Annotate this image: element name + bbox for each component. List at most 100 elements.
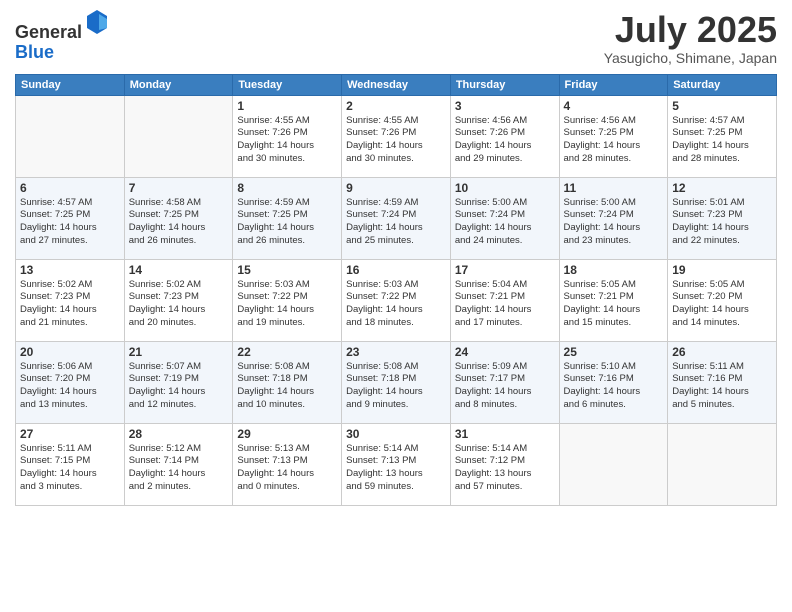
day-cell <box>559 423 668 505</box>
day-info: Sunrise: 5:14 AMSunset: 7:13 PMDaylight:… <box>346 443 446 494</box>
day-info: Sunrise: 4:55 AMSunset: 7:26 PMDaylight:… <box>346 115 446 166</box>
day-cell: 6 Sunrise: 4:57 AMSunset: 7:25 PMDaylight… <box>16 177 125 259</box>
header: General Blue July 2025 Yasugicho, Shiman… <box>15 10 777 66</box>
title-block: July 2025 Yasugicho, Shimane, Japan <box>604 10 777 66</box>
day-number: 3 <box>455 99 555 113</box>
day-cell: 14Sunrise: 5:02 AMSunset: 7:23 PMDayligh… <box>124 259 233 341</box>
day-cell: 5 Sunrise: 4:57 AMSunset: 7:25 PMDaylight… <box>668 95 777 177</box>
logo-blue-text: Blue <box>15 43 109 63</box>
day-number: 31 <box>455 427 555 441</box>
day-cell <box>668 423 777 505</box>
day-number: 24 <box>455 345 555 359</box>
month-title: July 2025 <box>604 10 777 50</box>
day-number: 26 <box>672 345 772 359</box>
day-number: 17 <box>455 263 555 277</box>
day-cell: 18 Sunrise: 5:05 AMSunset: 7:21 PMDayligh… <box>559 259 668 341</box>
day-info: Sunrise: 5:00 AMSunset: 7:24 PMDaylight:… <box>564 197 664 248</box>
day-info: Sunrise: 5:10 AMSunset: 7:16 PMDaylight:… <box>564 361 664 412</box>
logo: General Blue <box>15 10 109 63</box>
day-number: 5 <box>672 99 772 113</box>
day-cell: 17 Sunrise: 5:04 AMSunset: 7:21 PMDayligh… <box>450 259 559 341</box>
day-number: 23 <box>346 345 446 359</box>
day-number: 11 <box>564 181 664 195</box>
day-cell: 13Sunrise: 5:02 AMSunset: 7:23 PMDayligh… <box>16 259 125 341</box>
week-row-3: 13 Sunrise: 5:02 AMSunset: 7:23 PMDayligh… <box>16 259 777 341</box>
day-cell: 25 Sunrise: 5:10 AMSunset: 7:16 PMDayligh… <box>559 341 668 423</box>
day-cell: 22Sunrise: 5:08 AMSunset: 7:18 PMDayligh… <box>233 341 342 423</box>
day-cell <box>124 95 233 177</box>
weekday-header-wednesday: Wednesday <box>342 74 451 95</box>
day-cell: 10Sunrise: 5:00 AMSunset: 7:24 PMDayligh… <box>450 177 559 259</box>
day-number: 12 <box>672 181 772 195</box>
week-row-5: 27Sunrise: 5:11 AMSunset: 7:15 PMDayligh… <box>16 423 777 505</box>
day-cell: 24 Sunrise: 5:09 AMSunset: 7:17 PMDayligh… <box>450 341 559 423</box>
weekday-header-tuesday: Tuesday <box>233 74 342 95</box>
weekday-header-saturday: Saturday <box>668 74 777 95</box>
page: General Blue July 2025 Yasugicho, Shiman… <box>0 0 792 612</box>
day-cell: 9 Sunrise: 4:59 AMSunset: 7:24 PMDaylight… <box>342 177 451 259</box>
day-info: Sunrise: 5:04 AMSunset: 7:21 PMDaylight:… <box>455 279 555 330</box>
day-number: 13 <box>20 263 120 277</box>
day-number: 16 <box>346 263 446 277</box>
day-cell: 31Sunrise: 5:14 AMSunset: 7:12 PMDayligh… <box>450 423 559 505</box>
day-cell: 12Sunrise: 5:01 AMSunset: 7:23 PMDayligh… <box>668 177 777 259</box>
week-row-2: 6 Sunrise: 4:57 AMSunset: 7:25 PMDaylight… <box>16 177 777 259</box>
day-number: 1 <box>237 99 337 113</box>
day-info: Sunrise: 5:02 AMSunset: 7:23 PMDaylight:… <box>129 279 229 330</box>
day-cell <box>16 95 125 177</box>
day-info: Sunrise: 4:55 AMSunset: 7:26 PMDaylight:… <box>237 115 337 166</box>
day-info: Sunrise: 5:12 AMSunset: 7:14 PMDaylight:… <box>129 443 229 494</box>
day-cell: 1 Sunrise: 4:55 AMSunset: 7:26 PMDaylight… <box>233 95 342 177</box>
day-cell: 11 Sunrise: 5:00 AMSunset: 7:24 PMDayligh… <box>559 177 668 259</box>
day-number: 22 <box>237 345 337 359</box>
day-cell: 15Sunrise: 5:03 AMSunset: 7:22 PMDayligh… <box>233 259 342 341</box>
day-number: 4 <box>564 99 664 113</box>
day-info: Sunrise: 5:05 AMSunset: 7:21 PMDaylight:… <box>564 279 664 330</box>
day-cell: 19 Sunrise: 5:05 AMSunset: 7:20 PMDayligh… <box>668 259 777 341</box>
day-info: Sunrise: 4:59 AMSunset: 7:25 PMDaylight:… <box>237 197 337 248</box>
weekday-header-sunday: Sunday <box>16 74 125 95</box>
day-cell: 2Sunrise: 4:55 AMSunset: 7:26 PMDaylight… <box>342 95 451 177</box>
day-cell: 16 Sunrise: 5:03 AMSunset: 7:22 PMDayligh… <box>342 259 451 341</box>
logo-text: General <box>15 10 109 43</box>
day-info: Sunrise: 5:08 AMSunset: 7:18 PMDaylight:… <box>346 361 446 412</box>
day-number: 9 <box>346 181 446 195</box>
day-number: 20 <box>20 345 120 359</box>
day-info: Sunrise: 5:09 AMSunset: 7:17 PMDaylight:… <box>455 361 555 412</box>
day-cell: 21 Sunrise: 5:07 AMSunset: 7:19 PMDayligh… <box>124 341 233 423</box>
day-info: Sunrise: 5:11 AMSunset: 7:16 PMDaylight:… <box>672 361 772 412</box>
day-cell: 7 Sunrise: 4:58 AMSunset: 7:25 PMDaylight… <box>124 177 233 259</box>
week-row-4: 20Sunrise: 5:06 AMSunset: 7:20 PMDayligh… <box>16 341 777 423</box>
weekday-header-row: SundayMondayTuesdayWednesdayThursdayFrid… <box>16 74 777 95</box>
day-number: 29 <box>237 427 337 441</box>
day-cell: 29Sunrise: 5:13 AMSunset: 7:13 PMDayligh… <box>233 423 342 505</box>
day-info: Sunrise: 5:00 AMSunset: 7:24 PMDaylight:… <box>455 197 555 248</box>
day-info: Sunrise: 5:03 AMSunset: 7:22 PMDaylight:… <box>346 279 446 330</box>
day-number: 27 <box>20 427 120 441</box>
day-number: 19 <box>672 263 772 277</box>
logo-icon <box>85 8 109 36</box>
day-info: Sunrise: 4:57 AMSunset: 7:25 PMDaylight:… <box>20 197 120 248</box>
day-info: Sunrise: 4:56 AMSunset: 7:25 PMDaylight:… <box>564 115 664 166</box>
day-number: 25 <box>564 345 664 359</box>
day-number: 21 <box>129 345 229 359</box>
day-info: Sunrise: 4:59 AMSunset: 7:24 PMDaylight:… <box>346 197 446 248</box>
day-number: 28 <box>129 427 229 441</box>
day-cell: 4 Sunrise: 4:56 AMSunset: 7:25 PMDaylight… <box>559 95 668 177</box>
day-info: Sunrise: 4:57 AMSunset: 7:25 PMDaylight:… <box>672 115 772 166</box>
day-cell: 20Sunrise: 5:06 AMSunset: 7:20 PMDayligh… <box>16 341 125 423</box>
day-info: Sunrise: 5:07 AMSunset: 7:19 PMDaylight:… <box>129 361 229 412</box>
day-number: 15 <box>237 263 337 277</box>
day-number: 18 <box>564 263 664 277</box>
calendar-table: SundayMondayTuesdayWednesdayThursdayFrid… <box>15 74 777 506</box>
day-info: Sunrise: 5:05 AMSunset: 7:20 PMDaylight:… <box>672 279 772 330</box>
day-cell: 26 Sunrise: 5:11 AMSunset: 7:16 PMDayligh… <box>668 341 777 423</box>
day-cell: 27Sunrise: 5:11 AMSunset: 7:15 PMDayligh… <box>16 423 125 505</box>
day-number: 7 <box>129 181 229 195</box>
week-row-1: 1 Sunrise: 4:55 AMSunset: 7:26 PMDaylight… <box>16 95 777 177</box>
day-number: 6 <box>20 181 120 195</box>
day-info: Sunrise: 4:56 AMSunset: 7:26 PMDaylight:… <box>455 115 555 166</box>
day-cell: 8 Sunrise: 4:59 AMSunset: 7:25 PMDaylight… <box>233 177 342 259</box>
day-number: 8 <box>237 181 337 195</box>
day-info: Sunrise: 4:58 AMSunset: 7:25 PMDaylight:… <box>129 197 229 248</box>
